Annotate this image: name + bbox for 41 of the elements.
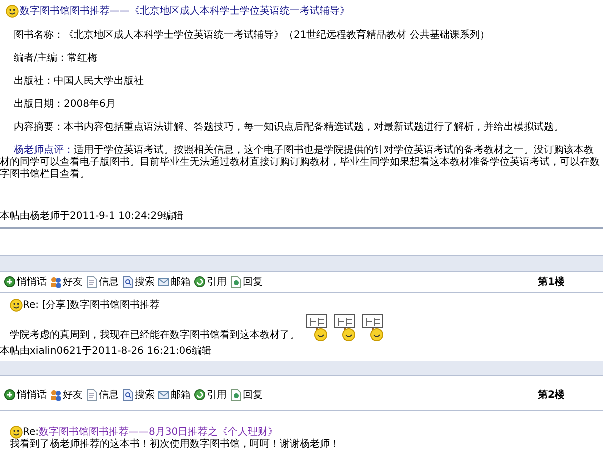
toolbar-link[interactable]: 好友 (50, 388, 83, 402)
edit-note: 本帖由xialin0621于2011-8-26 16:21:06编辑 (0, 344, 214, 359)
teacher-comment: 杨老师点评：适用于学位英语考试。按照相关信息，这个电子图书也是学院提供的针对学位英语考试的备考教材之一。没订购该本教材的同学可以查看电子版图书。目前毕业生无法通过教材直接订购订购教材，毕业生同学如果想看这本教材准备学位英语考试，可以在数字图书馆栏目查看。 (0, 145, 601, 181)
post-title: 数字图书馆图书推荐——《北京地区成人本科学士学位英语统一考试辅导》 (20, 4, 350, 18)
sign-holding-smiley-icon (362, 312, 386, 342)
mail-icon (158, 276, 170, 288)
smiley-icon (10, 426, 23, 439)
reply-text: 我看到了杨老师推荐的这本书！初次使用数字图书馆，呵呵！谢谢杨老师！ (9, 439, 341, 451)
floor-number: 第2楼 (538, 388, 565, 402)
reply-title: Re: [分享]数字图书馆图书推荐 (23, 298, 160, 312)
toolbar-link[interactable]: 引用 (194, 275, 227, 289)
sign-holding-smiley-icon (306, 312, 330, 342)
book-info-line: 图书名称：《北京地区成人本科学士学位英语统一考试辅导》（21世纪远程教育精品教材 公共基础课系列） (14, 30, 491, 42)
toolbar-link[interactable]: 回复 (230, 388, 263, 402)
toolbar-link[interactable]: 信息 (86, 275, 119, 289)
toolbar-link[interactable]: 邮箱 (158, 388, 191, 402)
smiley-icon (10, 299, 23, 312)
toolbar-link[interactable]: 信息 (86, 388, 119, 402)
reply-text: 学院考虑的真周到，我现在已经能在数字图书馆看到这本教材了。 (10, 328, 300, 342)
book-info-line: 内容摘要：本书内容包括重点语法讲解、答题技巧，每一知识点后配备精选试题，对最新试题进行了解析，并给出模拟试题。 (14, 122, 565, 134)
info-icon (86, 389, 98, 401)
toolbar-link[interactable]: 悄悄话 (4, 275, 47, 289)
toolbar-link[interactable]: 邮箱 (158, 275, 191, 289)
toolbar-link[interactable]: 搜索 (122, 388, 155, 402)
mail-icon (158, 389, 170, 401)
info-icon (86, 276, 98, 288)
book-info-line: 编者/主编：常红梅 (14, 53, 98, 65)
search-icon (122, 389, 134, 401)
toolbar-link[interactable]: 悄悄话 (4, 388, 47, 402)
floor-number: 第1楼 (538, 276, 565, 289)
sign-holding-smiley-icon (334, 312, 358, 342)
reply-title: Re:数字图书馆图书推荐——8月30日推荐之《个人理财》 (23, 426, 278, 438)
smiley-icon (6, 5, 19, 18)
search-icon (122, 276, 134, 288)
toolbar-link[interactable]: 回复 (230, 275, 263, 289)
toolbar-link[interactable]: 好友 (50, 275, 83, 289)
toolbar-link[interactable]: 搜索 (122, 275, 155, 289)
edit-note: 本帖由杨老师于2011-9-1 10:24:29编辑 (0, 210, 184, 224)
book-info-line: 出版日期：2008年6月 (14, 99, 117, 111)
book-info-line: 出版社：中国人民大学出版社 (14, 76, 145, 88)
toolbar-link[interactable]: 引用 (194, 388, 227, 402)
